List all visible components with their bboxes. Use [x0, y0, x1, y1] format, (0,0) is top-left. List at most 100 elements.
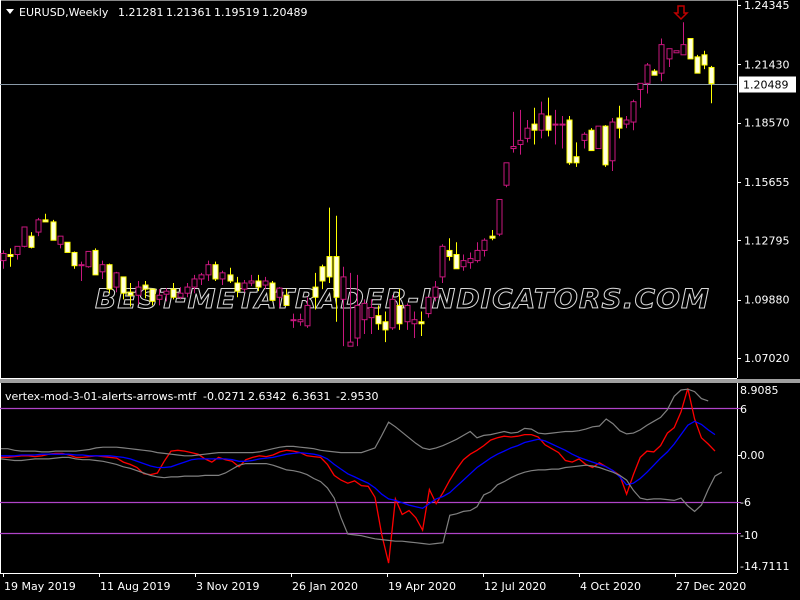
candle-body: [396, 304, 403, 325]
price-tick-label: 1.09880: [744, 294, 790, 307]
candle-body: [595, 125, 602, 150]
price-tick-label: 1.15655: [744, 176, 790, 189]
candle-body: [687, 38, 694, 60]
bear-candle: [92, 248, 99, 276]
candle-body: [375, 315, 382, 325]
bear-candle: [566, 115, 573, 165]
candle-body: [630, 101, 637, 123]
candle-body: [354, 304, 361, 339]
panel-splitter[interactable]: [0, 379, 800, 383]
candle-body: [418, 321, 425, 325]
candle-body: [177, 292, 184, 298]
candle-body: [361, 302, 368, 321]
price-tick-label: 1.21430: [744, 58, 790, 71]
candle-body: [701, 54, 708, 66]
candle-body: [404, 304, 411, 323]
candle-body: [340, 276, 347, 300]
candle-body: [99, 264, 106, 273]
candle-body: [644, 64, 651, 84]
candle-body: [57, 235, 64, 245]
candle-body: [184, 286, 191, 294]
indicator-tick-label: 6: [740, 403, 747, 416]
candle-body: [255, 280, 262, 288]
candle-body: [248, 280, 255, 284]
price-tick-label: 1.24345: [744, 0, 790, 12]
bull-candle: [595, 125, 602, 150]
bull-candle: [85, 250, 92, 268]
candle-body: [566, 119, 573, 164]
candle-body: [389, 298, 396, 329]
candle-body: [227, 274, 234, 282]
candle-body: [149, 288, 156, 302]
candle-body: [581, 133, 588, 141]
candle-body: [85, 250, 92, 268]
bear-candle: [64, 241, 71, 253]
bull-candle: [389, 295, 396, 330]
bear-candle: [687, 38, 694, 60]
candle-body: [552, 123, 559, 126]
time-tick-label: 26 Jan 2020: [292, 580, 358, 593]
bull-candle: [21, 226, 28, 248]
candle-body: [673, 50, 680, 54]
indicator-value-2: 2.6342: [248, 390, 287, 403]
candle-body: [467, 258, 474, 264]
price-tick-label: 1.12795: [744, 234, 790, 247]
chart-canvas[interactable]: BEST-METATRADER-INDICATORS.COM 1.243451.…: [0, 0, 800, 600]
ohlc-low: 1.19519: [214, 6, 260, 19]
candle-body: [7, 253, 14, 258]
indicator-tick-label: -6: [740, 496, 751, 509]
candle-body: [283, 294, 290, 306]
candle-body: [21, 226, 28, 247]
candle-body: [573, 156, 580, 164]
bull-candle: [503, 162, 510, 188]
candle-body: [453, 253, 460, 270]
bear-candle: [71, 251, 78, 269]
candle-body: [545, 115, 552, 131]
bull-candle: [496, 198, 503, 237]
candle-body: [347, 341, 354, 347]
candle-body: [42, 219, 49, 223]
candle-body: [510, 146, 517, 150]
bear-candle: [602, 125, 609, 167]
candle-body: [135, 286, 142, 296]
candle-body: [538, 113, 545, 131]
candle-body: [120, 276, 127, 294]
candle-body: [163, 290, 170, 295]
candle-body: [517, 139, 524, 145]
candle-body: [411, 319, 418, 325]
candle-body: [623, 119, 630, 125]
candle-body: [276, 287, 283, 298]
candle-body: [113, 272, 120, 288]
time-tick-label: 3 Nov 2019: [196, 580, 259, 593]
candle-body: [326, 256, 333, 278]
price-tick-label: 1.07020: [744, 352, 790, 365]
candle-body: [312, 286, 319, 298]
candle-body: [78, 264, 85, 267]
candle-body: [524, 127, 531, 139]
indicator-value-4: -2.9530: [336, 390, 378, 403]
candle-body: [142, 284, 149, 290]
bear-candle: [212, 261, 219, 281]
candle-body: [460, 260, 467, 268]
ohlc-high: 1.21361: [166, 6, 212, 19]
candle-body: [28, 235, 35, 248]
candle-body: [666, 48, 673, 60]
candle-body: [106, 264, 113, 290]
bull-candle: [439, 244, 446, 284]
candle-body: [297, 319, 304, 323]
bear-candle: [694, 54, 701, 74]
candle-body: [14, 245, 21, 255]
time-tick-label: 27 Dec 2020: [676, 580, 746, 593]
candle-body: [290, 319, 297, 322]
candle-body: [694, 56, 701, 74]
price-tick-label: 1.18570: [744, 117, 790, 130]
candle-body: [269, 282, 276, 301]
time-tick-label: 12 Jul 2020: [484, 580, 546, 593]
candle-body: [708, 66, 715, 85]
mt4-chart-window: BEST-METATRADER-INDICATORS.COM 1.24345 1.…: [0, 0, 800, 600]
bear-candle: [106, 263, 113, 294]
current-price-label: 1.20489: [743, 79, 789, 92]
symbol-title: EURUSD,Weekly: [19, 6, 109, 19]
candle-body: [439, 245, 446, 278]
candle-body: [92, 249, 99, 276]
